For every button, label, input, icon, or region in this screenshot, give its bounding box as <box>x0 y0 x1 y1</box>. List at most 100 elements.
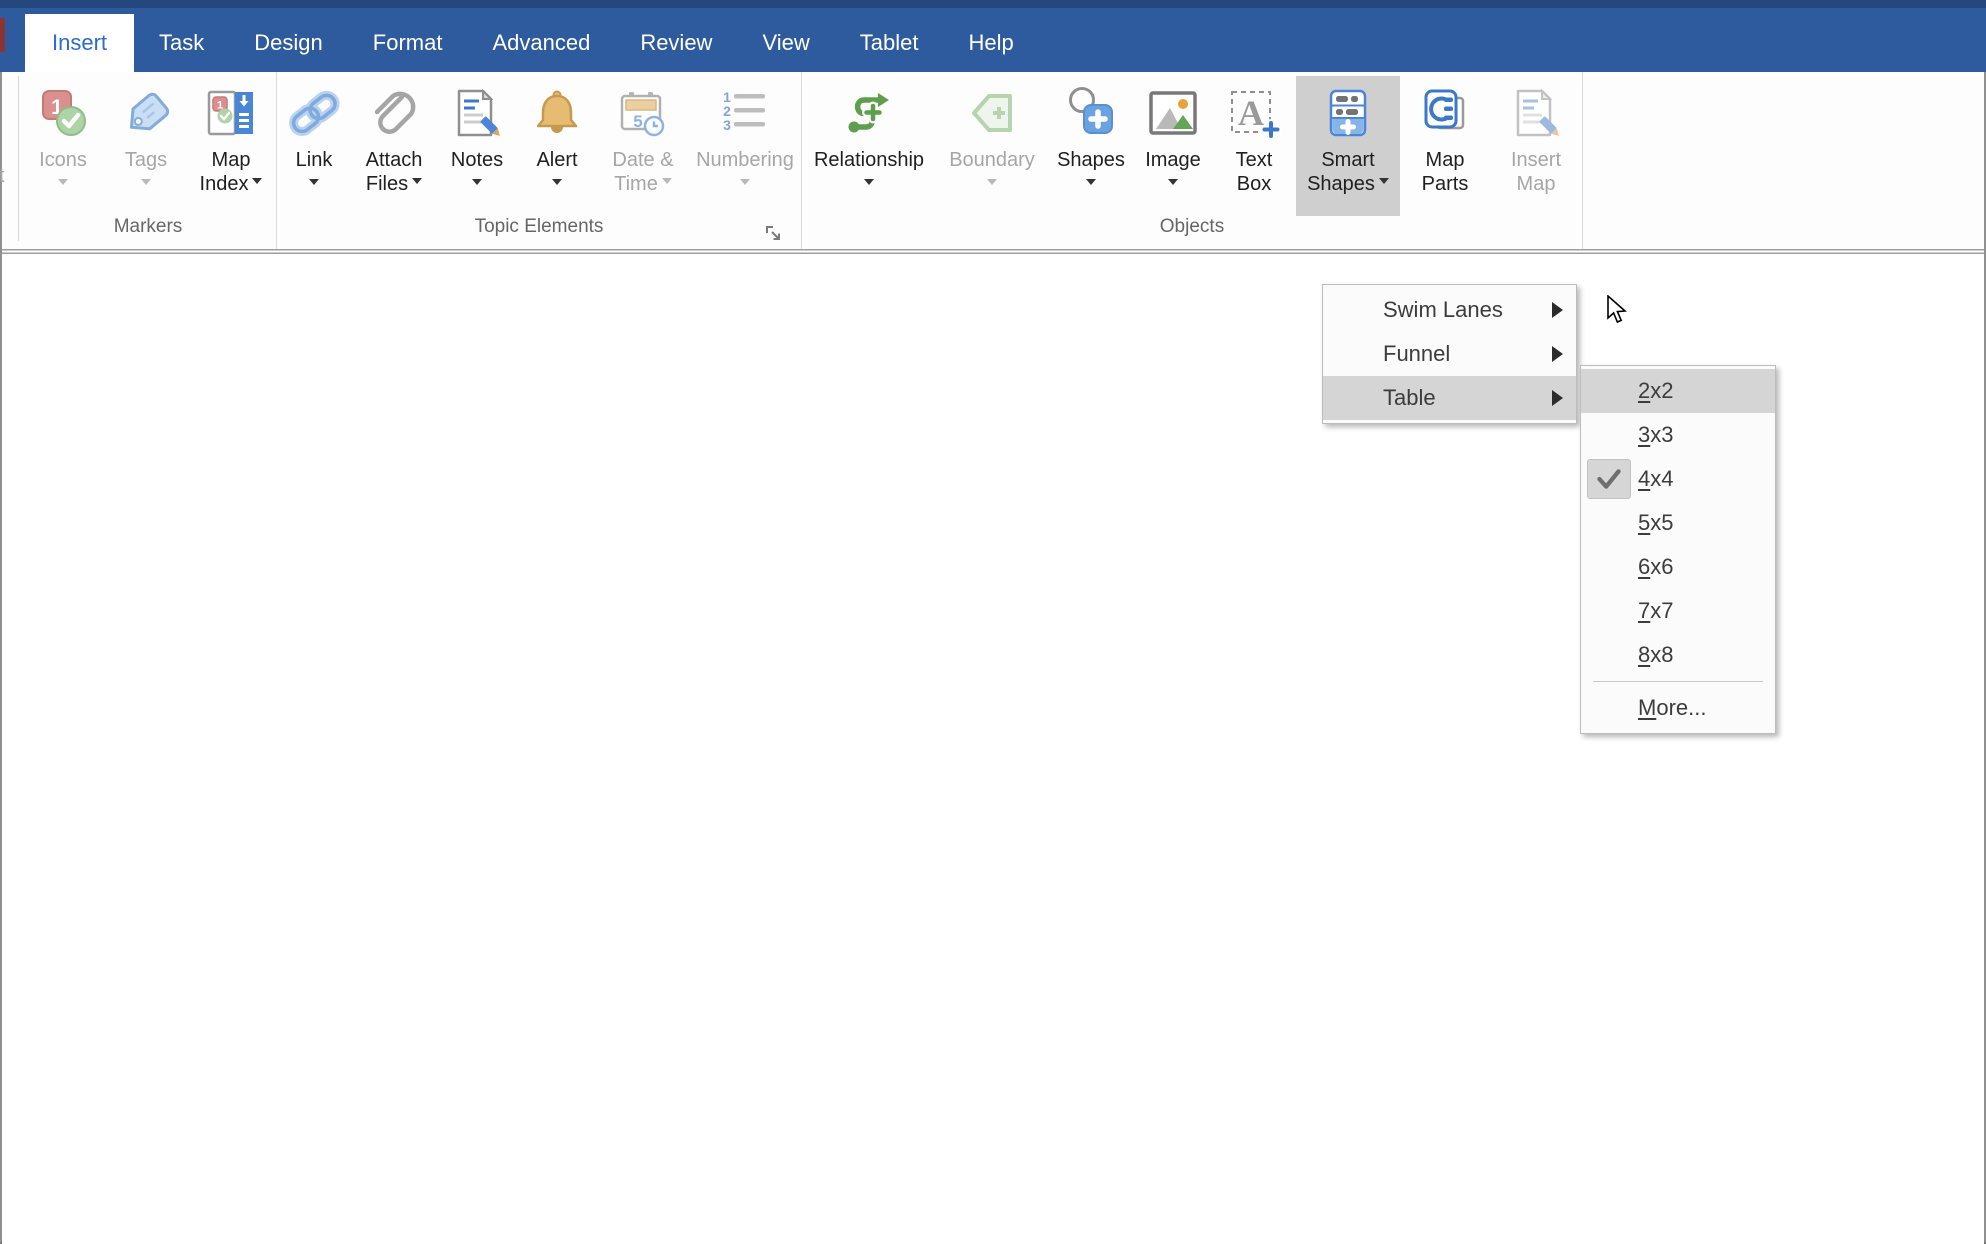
shapes-button[interactable]: Shapes <box>1048 76 1134 216</box>
item-6x6-label: x6 <box>1650 554 1674 579</box>
titlebar-top-strip <box>0 0 1986 8</box>
table-submenu-arrow-icon <box>1552 390 1563 406</box>
checkmark-icon <box>1587 459 1631 499</box>
image-button[interactable]: Image <box>1134 76 1212 216</box>
tab-insert-label: Insert <box>52 30 108 55</box>
notes-button[interactable]: Notes <box>437 76 517 216</box>
swim-lanes-submenu-arrow-icon <box>1552 302 1563 318</box>
icons-label: Icons <box>39 149 87 171</box>
numbering-icon: 1 2 3 <box>716 84 774 142</box>
tags-label: Tags <box>124 149 168 171</box>
menu-item-table[interactable]: Table <box>1323 376 1576 420</box>
alert-button[interactable]: Alert <box>517 76 597 216</box>
submenu-item-4x4[interactable]: 4 x4 <box>1581 457 1775 501</box>
item-4x4-accelerator: 4 <box>1638 466 1651 491</box>
submenu-item-3x3[interactable]: 3 x3 <box>1581 413 1775 457</box>
date-time-icon: 5 <box>614 84 672 142</box>
image-label: Image <box>1145 149 1201 171</box>
map-index-label-line1: Map <box>211 149 251 171</box>
tags-icon <box>117 84 175 142</box>
item-7x7-accelerator: 7 <box>1638 598 1651 623</box>
map-index-button[interactable]: 1 Map Index <box>186 76 276 216</box>
boundary-button[interactable]: Boundary <box>936 76 1048 216</box>
numbering-button[interactable]: 1 2 3 Numbering <box>689 76 801 216</box>
item-5x5-accelerator: 5 <box>1638 510 1651 535</box>
icons-button[interactable]: 1 Icons <box>20 76 106 216</box>
shapes-icon <box>1062 84 1120 142</box>
item-6x6-accelerator: 6 <box>1638 554 1651 579</box>
boundary-dropdown-caret <box>987 179 997 185</box>
item-8x8-accelerator: 8 <box>1638 642 1651 667</box>
relationship-button[interactable]: Relationship <box>802 76 936 216</box>
alert-label: Alert <box>536 149 578 171</box>
submenu-separator <box>1593 681 1763 682</box>
menu-item-funnel[interactable]: Funnel <box>1323 332 1576 376</box>
submenu-item-8x8[interactable]: 8 x8 <box>1581 633 1775 677</box>
shapes-label: Shapes <box>1057 149 1125 171</box>
tab-format-label: Format <box>372 30 443 55</box>
relationship-label: Relationship <box>813 149 925 171</box>
topic-elements-dialog-launcher-icon[interactable] <box>763 223 783 243</box>
date-time-dropdown-caret <box>661 178 672 184</box>
item-2x2-accelerator: 2 <box>1638 378 1651 403</box>
boundary-label: Boundary <box>949 149 1035 171</box>
tab-help[interactable]: Help <box>943 14 1038 72</box>
item-more-label: ore... <box>1656 695 1707 720</box>
insert-map-button[interactable]: Insert Map <box>1490 76 1582 216</box>
map-index-label-line2: Index <box>199 173 249 195</box>
map-index-icon: 1 <box>202 84 260 142</box>
submenu-item-6x6[interactable]: 6 x6 <box>1581 545 1775 589</box>
attach-files-icon <box>365 84 423 142</box>
group-objects-buttons: Relationship Boundary Shapes Image A Tex… <box>802 72 1582 216</box>
group-topic-buttons: Link Attach Files Notes Alert 5 Date & T… <box>277 72 801 212</box>
text-box-label-line2: Box <box>1236 173 1272 195</box>
tags-button[interactable]: Tags <box>106 76 186 216</box>
submenu-item-5x5[interactable]: 5 x5 <box>1581 501 1775 545</box>
link-button[interactable]: Link <box>277 76 351 216</box>
menu-item-swim-lanes[interactable]: Swim Lanes <box>1323 288 1576 332</box>
tab-advanced-label: Advanced <box>492 30 591 55</box>
relationship-icon <box>840 84 898 142</box>
smart-shapes-dropdown-caret <box>1378 178 1389 184</box>
tab-design[interactable]: Design <box>229 14 347 72</box>
tab-view-label: View <box>762 30 810 55</box>
tab-insert[interactable]: Insert <box>25 14 135 72</box>
submenu-item-7x7[interactable]: 7 x7 <box>1581 589 1775 633</box>
date-time-label-line2: Time <box>614 173 658 195</box>
table-size-submenu: 2 x2 3 x3 4 x4 5 x5 6 x6 7 x7 8 x8 More... <box>1580 365 1776 734</box>
text-box-button[interactable]: A Text Box <box>1212 76 1296 216</box>
tab-help-label: Help <box>968 30 1014 55</box>
swim-lanes-label: Swim Lanes <box>1383 297 1503 322</box>
tab-task[interactable]: Task <box>134 14 229 72</box>
attach-files-label-line1: Attach <box>365 149 423 171</box>
svg-text:A: A <box>1238 93 1264 133</box>
item-4x4-label: x4 <box>1650 466 1674 491</box>
attach-files-button[interactable]: Attach Files <box>351 76 437 216</box>
tab-tablet[interactable]: Tablet <box>835 14 944 72</box>
tab-format[interactable]: Format <box>348 14 468 72</box>
ribbon: t 1 Icons Tags 1 Map Index Markers Link … <box>0 72 1984 249</box>
tab-task-label: Task <box>159 30 205 55</box>
tags-dropdown-caret <box>141 179 151 185</box>
submenu-item-more[interactable]: More... <box>1581 686 1775 730</box>
tab-view[interactable]: View <box>737 14 834 72</box>
submenu-item-2x2[interactable]: 2 x2 <box>1581 369 1775 413</box>
mouse-cursor <box>1606 294 1632 330</box>
map-parts-button[interactable]: Map Parts <box>1400 76 1490 216</box>
map-parts-icon <box>1416 84 1474 142</box>
insert-map-label-line1: Insert <box>1510 149 1562 171</box>
smart-shapes-menu: Swim Lanes Funnel Table <box>1322 284 1577 424</box>
link-dropdown-caret <box>309 179 319 185</box>
notes-icon <box>448 84 506 142</box>
group-objects: Relationship Boundary Shapes Image A Tex… <box>802 72 1583 249</box>
text-box-icon: A <box>1225 84 1283 142</box>
link-label: Link <box>295 149 333 171</box>
svg-text:5: 5 <box>633 112 642 131</box>
tab-review[interactable]: Review <box>615 14 737 72</box>
date-time-button[interactable]: 5 Date & Time <box>597 76 689 216</box>
numbering-dropdown-caret <box>740 179 750 185</box>
smart-shapes-button[interactable]: Smart Shapes <box>1296 76 1400 216</box>
tab-advanced[interactable]: Advanced <box>467 14 615 72</box>
shapes-dropdown-caret <box>1086 179 1096 185</box>
date-time-label-line1: Date & <box>612 149 674 171</box>
